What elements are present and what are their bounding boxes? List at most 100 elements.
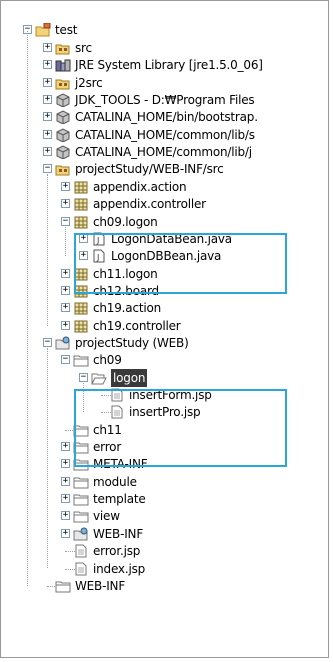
- tree-label: test: [55, 23, 78, 37]
- collapse-toggle[interactable]: −: [43, 337, 52, 347]
- tree-guide-line: [83, 382, 84, 413]
- tree-item[interactable]: ch11: [1, 421, 326, 439]
- tree-label: WEB-INF: [93, 526, 144, 541]
- tree-label: ch09.logon: [93, 214, 158, 229]
- tree-item[interactable]: − projectStudy/WEB-INF/src: [1, 160, 326, 178]
- tree-label: src: [75, 41, 92, 55]
- expand-toggle[interactable]: +: [61, 268, 70, 278]
- tree-item[interactable]: − ch09: [1, 351, 326, 369]
- tree-item[interactable]: + view: [1, 507, 326, 525]
- tree-label: JRE System Library [jre1.5.0_06]: [75, 58, 263, 73]
- tree-item[interactable]: + CATALINA_HOME/common/lib/j: [1, 143, 326, 161]
- tree-label: ch11.logon: [93, 266, 158, 281]
- tree-item[interactable]: + CATALINA_HOME/bin/bootstrap.: [1, 108, 326, 126]
- tree-label: insertForm.jsp: [129, 388, 212, 402]
- expand-toggle[interactable]: +: [61, 442, 70, 452]
- tree-item[interactable]: insertForm.jsp: [1, 386, 326, 404]
- tree-item[interactable]: + src: [1, 39, 326, 57]
- tree-item[interactable]: − ch09.logon: [1, 213, 326, 231]
- tree-label: j2src: [75, 75, 103, 90]
- tree-item[interactable]: + CATALINA_HOME/common/lib/s: [1, 126, 326, 144]
- tree-label: META-INF: [93, 457, 148, 472]
- web-folder-icon: [73, 527, 89, 541]
- package-icon: [73, 284, 89, 298]
- expand-toggle[interactable]: +: [61, 511, 70, 521]
- tree-label: projectStudy/WEB-INF/src: [75, 162, 224, 177]
- expand-toggle[interactable]: +: [61, 459, 70, 469]
- tree-label: logon: [111, 368, 148, 387]
- expand-toggle[interactable]: +: [43, 60, 52, 70]
- tree-label: JDK_TOOLS - D:₩Program Files: [75, 93, 255, 108]
- tree-label: CATALINA_HOME/common/lib/s: [75, 127, 255, 142]
- library-icon: [55, 58, 71, 72]
- collapse-toggle[interactable]: −: [61, 216, 70, 226]
- expand-toggle[interactable]: +: [61, 199, 70, 209]
- tree-label: ch12.board: [93, 283, 159, 298]
- tree-item[interactable]: + J LogonDBBean.java: [1, 247, 326, 265]
- expand-toggle[interactable]: +: [43, 43, 52, 52]
- folder-icon: [73, 353, 89, 367]
- tree-item[interactable]: + ch19.controller: [1, 317, 326, 335]
- tree-label: WEB-INF: [75, 578, 126, 593]
- expand-toggle[interactable]: +: [61, 303, 70, 313]
- tree-item[interactable]: + appendix.action: [1, 178, 326, 196]
- jar-icon: [55, 110, 71, 125]
- tree-item[interactable]: + JDK_TOOLS - D:₩Program Files: [1, 91, 326, 109]
- tree-item[interactable]: index.jsp: [1, 560, 326, 578]
- tree-label: LogonDBBean.java: [111, 249, 222, 264]
- tree-label: appendix.controller: [93, 197, 206, 212]
- expand-toggle[interactable]: +: [43, 147, 52, 157]
- expand-toggle[interactable]: +: [79, 233, 88, 243]
- tree-item[interactable]: + appendix.controller: [1, 195, 326, 213]
- web-folder-icon: [55, 336, 71, 350]
- tree-label: projectStudy (WEB): [75, 335, 189, 350]
- tree-guide-line: [47, 347, 48, 569]
- expand-toggle[interactable]: +: [43, 129, 52, 139]
- jar-icon: [55, 128, 71, 143]
- tree-item[interactable]: + template: [1, 490, 326, 508]
- expand-toggle[interactable]: +: [61, 181, 70, 191]
- tree-item[interactable]: + JRE System Library [jre1.5.0_06]: [1, 56, 326, 74]
- tree-guide-line: [65, 226, 66, 257]
- folder-icon: [73, 492, 89, 506]
- tree-label: module: [93, 474, 137, 489]
- source-folder-icon: [55, 41, 71, 55]
- tree-item[interactable]: + j2src: [1, 74, 326, 92]
- expand-toggle[interactable]: +: [61, 494, 70, 504]
- project-icon: [35, 22, 51, 37]
- collapse-toggle[interactable]: −: [61, 355, 70, 365]
- collapse-toggle[interactable]: −: [79, 372, 88, 382]
- expand-toggle[interactable]: +: [61, 528, 70, 538]
- collapse-toggle[interactable]: −: [43, 164, 52, 174]
- tree-item[interactable]: + error: [1, 438, 326, 456]
- file-icon: [109, 388, 125, 402]
- tree-item[interactable]: WEB-INF: [1, 577, 326, 595]
- tree-item[interactable]: − projectStudy (WEB): [1, 334, 326, 352]
- folder-icon: [73, 423, 89, 437]
- tree-item[interactable]: − logon: [1, 368, 326, 387]
- package-icon: [73, 267, 89, 281]
- folder-icon: [55, 579, 71, 593]
- tree-item[interactable]: + ch19.action: [1, 299, 326, 317]
- expand-toggle[interactable]: +: [43, 112, 52, 122]
- expand-toggle[interactable]: +: [79, 251, 88, 261]
- tree-root-test[interactable]: − test: [1, 21, 321, 39]
- file-icon: [109, 405, 125, 419]
- expand-toggle[interactable]: +: [43, 95, 52, 105]
- expand-toggle[interactable]: +: [61, 285, 70, 295]
- expand-toggle[interactable]: +: [61, 476, 70, 486]
- package-icon: [73, 319, 89, 333]
- tree-item[interactable]: error.jsp: [1, 542, 326, 560]
- tree-item[interactable]: + META-INF: [1, 455, 326, 473]
- tree-item[interactable]: + module: [1, 473, 326, 491]
- tree-item[interactable]: + ch11.logon: [1, 265, 326, 283]
- package-icon: [73, 197, 89, 211]
- tree-item[interactable]: + ch12.board: [1, 282, 326, 300]
- tree-item[interactable]: + WEB-INF: [1, 525, 326, 543]
- source-folder-icon: [55, 162, 71, 176]
- tree-item[interactable]: insertPro.jsp: [1, 403, 326, 421]
- file-icon: [73, 544, 89, 558]
- expand-toggle[interactable]: +: [61, 320, 70, 330]
- tree-item[interactable]: + J LogonDataBean.java: [1, 230, 326, 248]
- expand-toggle[interactable]: +: [43, 77, 52, 87]
